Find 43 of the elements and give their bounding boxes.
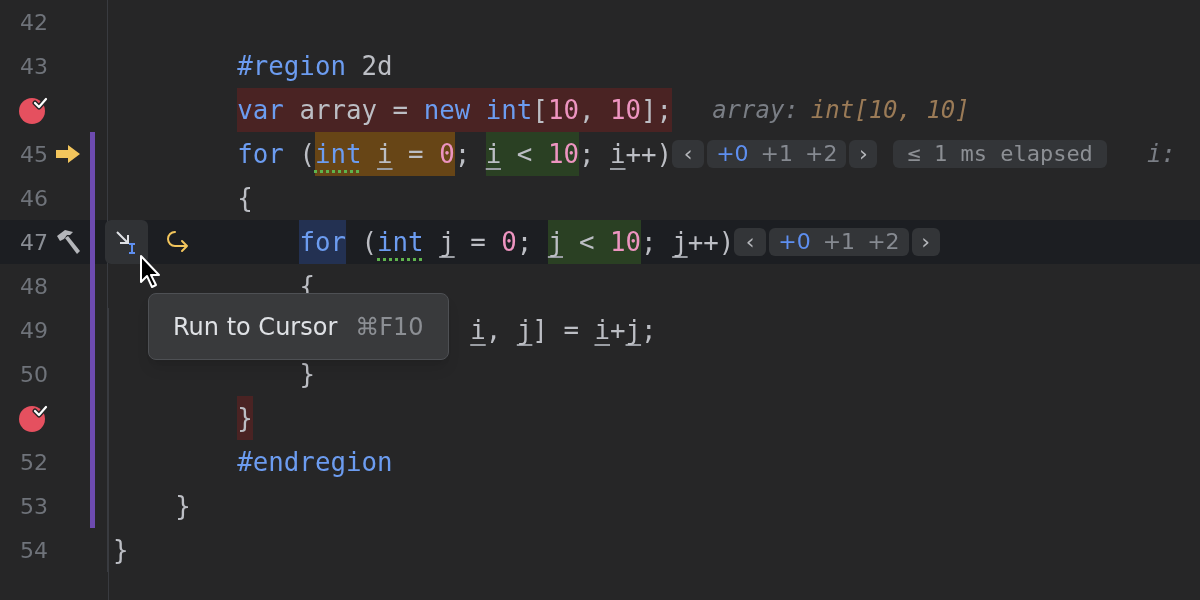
- code-line: i, j] = i+j;: [470, 314, 657, 347]
- breakpoint-icon[interactable]: [18, 95, 48, 125]
- iteration-button[interactable]: +0: [711, 140, 754, 168]
- breakpoint-icon[interactable]: [18, 403, 48, 433]
- code-line: {: [237, 182, 253, 215]
- line-number: 52: [20, 448, 48, 477]
- keyboard-shortcut: ⌘F10: [355, 311, 424, 343]
- code-line: for (int j = 0; j < 10; j++): [299, 220, 735, 264]
- previous-iteration-button[interactable]: ‹: [734, 228, 767, 256]
- iteration-button[interactable]: +2: [862, 228, 905, 256]
- code-line: }: [175, 490, 191, 523]
- line-number: 48: [20, 272, 48, 301]
- line-number: 42: [20, 8, 48, 37]
- mouse-pointer-icon: [139, 254, 163, 290]
- step-icon: [165, 229, 191, 255]
- tooltip-title: Run to Cursor: [173, 311, 338, 343]
- iteration-button[interactable]: +1: [817, 228, 861, 256]
- line-number: 45: [20, 140, 48, 169]
- hint-value: int[10, 10]: [810, 95, 970, 126]
- iteration-button[interactable]: +1: [755, 140, 798, 168]
- hint-name: array:: [712, 95, 799, 126]
- line-number: 53: [20, 492, 48, 521]
- code-line: var array = new int[10, 10];: [237, 88, 673, 132]
- next-iteration-button[interactable]: ›: [911, 228, 940, 256]
- code-line: #region 2d: [237, 50, 393, 83]
- line-number: 46: [20, 184, 48, 213]
- previous-iteration-button[interactable]: ‹: [672, 140, 705, 168]
- line-number: 50: [20, 360, 48, 389]
- run-to-cursor-button[interactable]: [105, 220, 148, 264]
- next-iteration-button[interactable]: ›: [849, 140, 878, 168]
- iteration-button[interactable]: +0: [773, 228, 816, 256]
- iteration-button[interactable]: +2: [800, 140, 843, 168]
- code-line: #endregion: [237, 446, 393, 479]
- code-line: for (int i = 0; i < 10; i++): [237, 132, 673, 176]
- code-line: }: [113, 534, 129, 567]
- code-line: }: [299, 358, 315, 391]
- arrow-icon: [55, 144, 81, 164]
- elapsed-time-badge: ≤ 1 ms elapsed: [893, 140, 1107, 168]
- hint-name: i:: [1146, 139, 1176, 170]
- line-number: 47: [20, 228, 48, 257]
- line-number: 54: [20, 536, 48, 565]
- line-number: 49: [20, 316, 48, 345]
- line-number: 43: [20, 52, 48, 81]
